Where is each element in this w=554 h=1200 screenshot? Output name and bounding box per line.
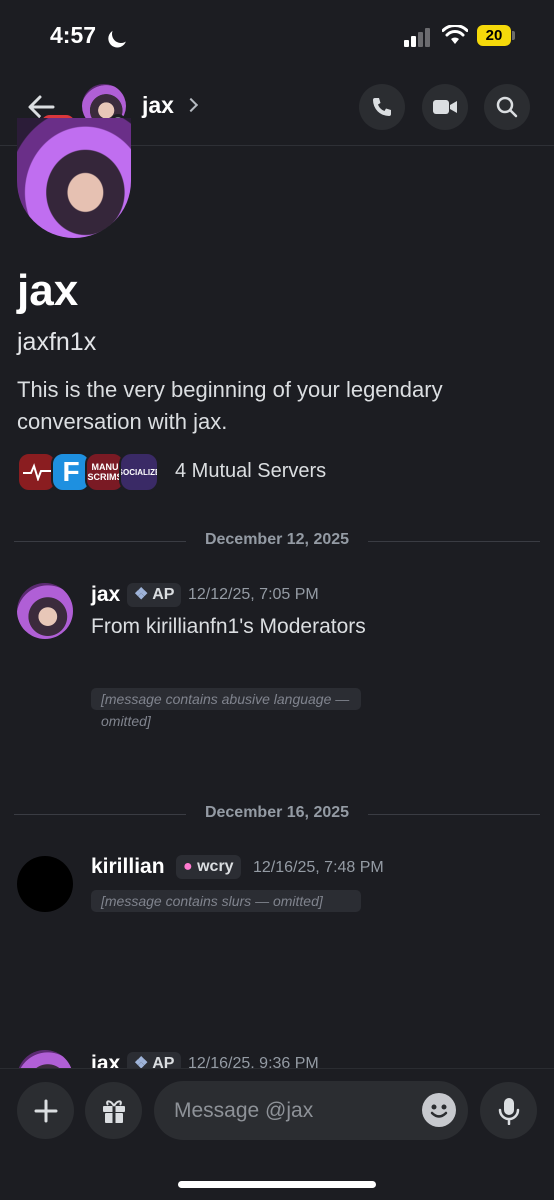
emoji-icon[interactable]: [422, 1093, 456, 1127]
home-indicator: [178, 1181, 376, 1188]
message-avatar[interactable]: [17, 583, 73, 639]
voice-call-button[interactable]: [359, 84, 405, 130]
status-bar: 4:57 20: [0, 0, 554, 72]
smiley-face-glyph: [430, 1104, 448, 1118]
microphone-icon: [498, 1097, 519, 1125]
search-icon: [496, 96, 518, 118]
server-tag[interactable]: ❖ AP: [127, 583, 182, 607]
gift-icon: [102, 1099, 125, 1123]
date-divider-label: December 16, 2025: [204, 804, 350, 821]
server-tag-label: AP: [152, 586, 175, 603]
plus-icon: [34, 1099, 57, 1122]
message-timestamp: 12/16/25, 7:48 PM: [253, 859, 384, 876]
message-avatar[interactable]: [17, 856, 73, 912]
profile-avatar[interactable]: [17, 118, 131, 238]
message-timestamp: 12/12/25, 7:05 PM: [188, 586, 319, 603]
voice-message-button[interactable]: [480, 1082, 537, 1139]
message-composer: [0, 1068, 554, 1200]
gift-button[interactable]: [85, 1082, 142, 1139]
status-time: 4:57: [50, 22, 97, 48]
battery-tip: [512, 31, 515, 40]
video-call-button[interactable]: [422, 84, 468, 130]
profile-username: jaxfn1x: [17, 328, 97, 356]
header-username[interactable]: jax: [142, 92, 174, 119]
search-button[interactable]: [484, 84, 530, 130]
message-line: From kirillianfn1's Moderators: [91, 615, 366, 638]
conversation-intro-text: This is the very beginning of your legen…: [17, 377, 443, 434]
message-author[interactable]: jax: [91, 583, 120, 607]
diamond-icon: ❖: [134, 586, 153, 603]
do-not-disturb-moon-icon: [109, 22, 132, 45]
wifi-icon: [442, 25, 468, 44]
server-icon-4: SOCIALIZE: [119, 452, 159, 492]
server-tag-label: wcry: [197, 858, 234, 875]
chevron-right-icon[interactable]: [183, 97, 199, 113]
video-camera-icon: [433, 100, 457, 114]
battery-indicator: 20: [477, 25, 511, 46]
profile-display-name: jax: [17, 266, 79, 315]
message-author[interactable]: kirillian: [91, 855, 165, 879]
add-attachment-button[interactable]: [17, 1082, 74, 1139]
cellular-signal-icon: [404, 27, 434, 47]
phone-icon: [373, 98, 391, 116]
server-tag[interactable]: ● wcry: [176, 855, 241, 879]
message-input[interactable]: [154, 1081, 468, 1140]
date-divider: December 16, 2025: [14, 804, 540, 826]
redacted-message-notice: [message contains abusive language — omi…: [91, 688, 361, 729]
date-divider: December 12, 2025: [14, 531, 540, 553]
redacted-message-notice: [message contains slurs — omitted]: [91, 890, 361, 912]
heartbeat-icon: [23, 463, 51, 481]
mutual-servers-link[interactable]: 4 Mutual Servers: [175, 460, 326, 483]
cat-paw-icon: ●: [183, 858, 198, 875]
date-divider-label: December 12, 2025: [204, 531, 350, 548]
